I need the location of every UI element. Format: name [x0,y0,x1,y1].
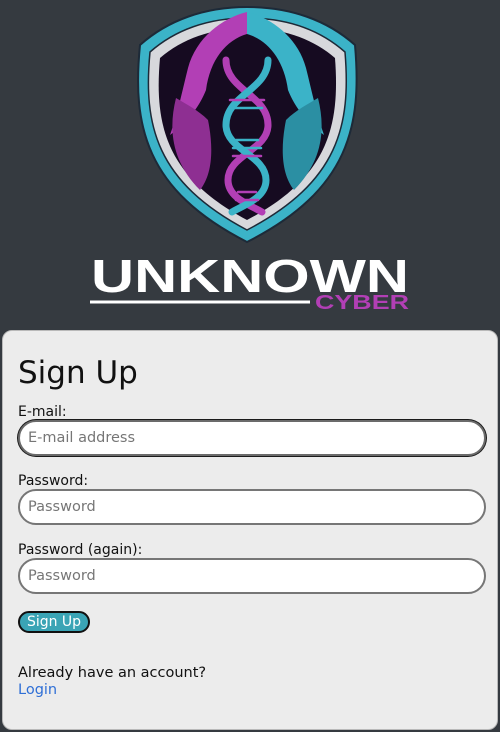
signup-card: Sign Up E-mail: Password: Password (agai… [2,330,498,730]
password-again-field[interactable] [18,558,486,594]
sign-up-button[interactable]: Sign Up [18,611,90,633]
logo-word-sub: CYBER [315,292,410,314]
login-link[interactable]: Login [18,682,57,698]
password-field[interactable] [18,489,486,525]
unknown-cyber-logo: UNKNOWN CYBER [90,5,410,314]
email-label: E-mail: [18,404,67,420]
password-again-label: Password (again): [18,542,143,558]
account-prompt: Already have an account? [18,665,207,681]
logo-area: UNKNOWN CYBER [0,0,500,330]
page-title: Sign Up [18,355,138,391]
password-label: Password: [18,473,89,489]
email-field[interactable] [18,420,486,456]
